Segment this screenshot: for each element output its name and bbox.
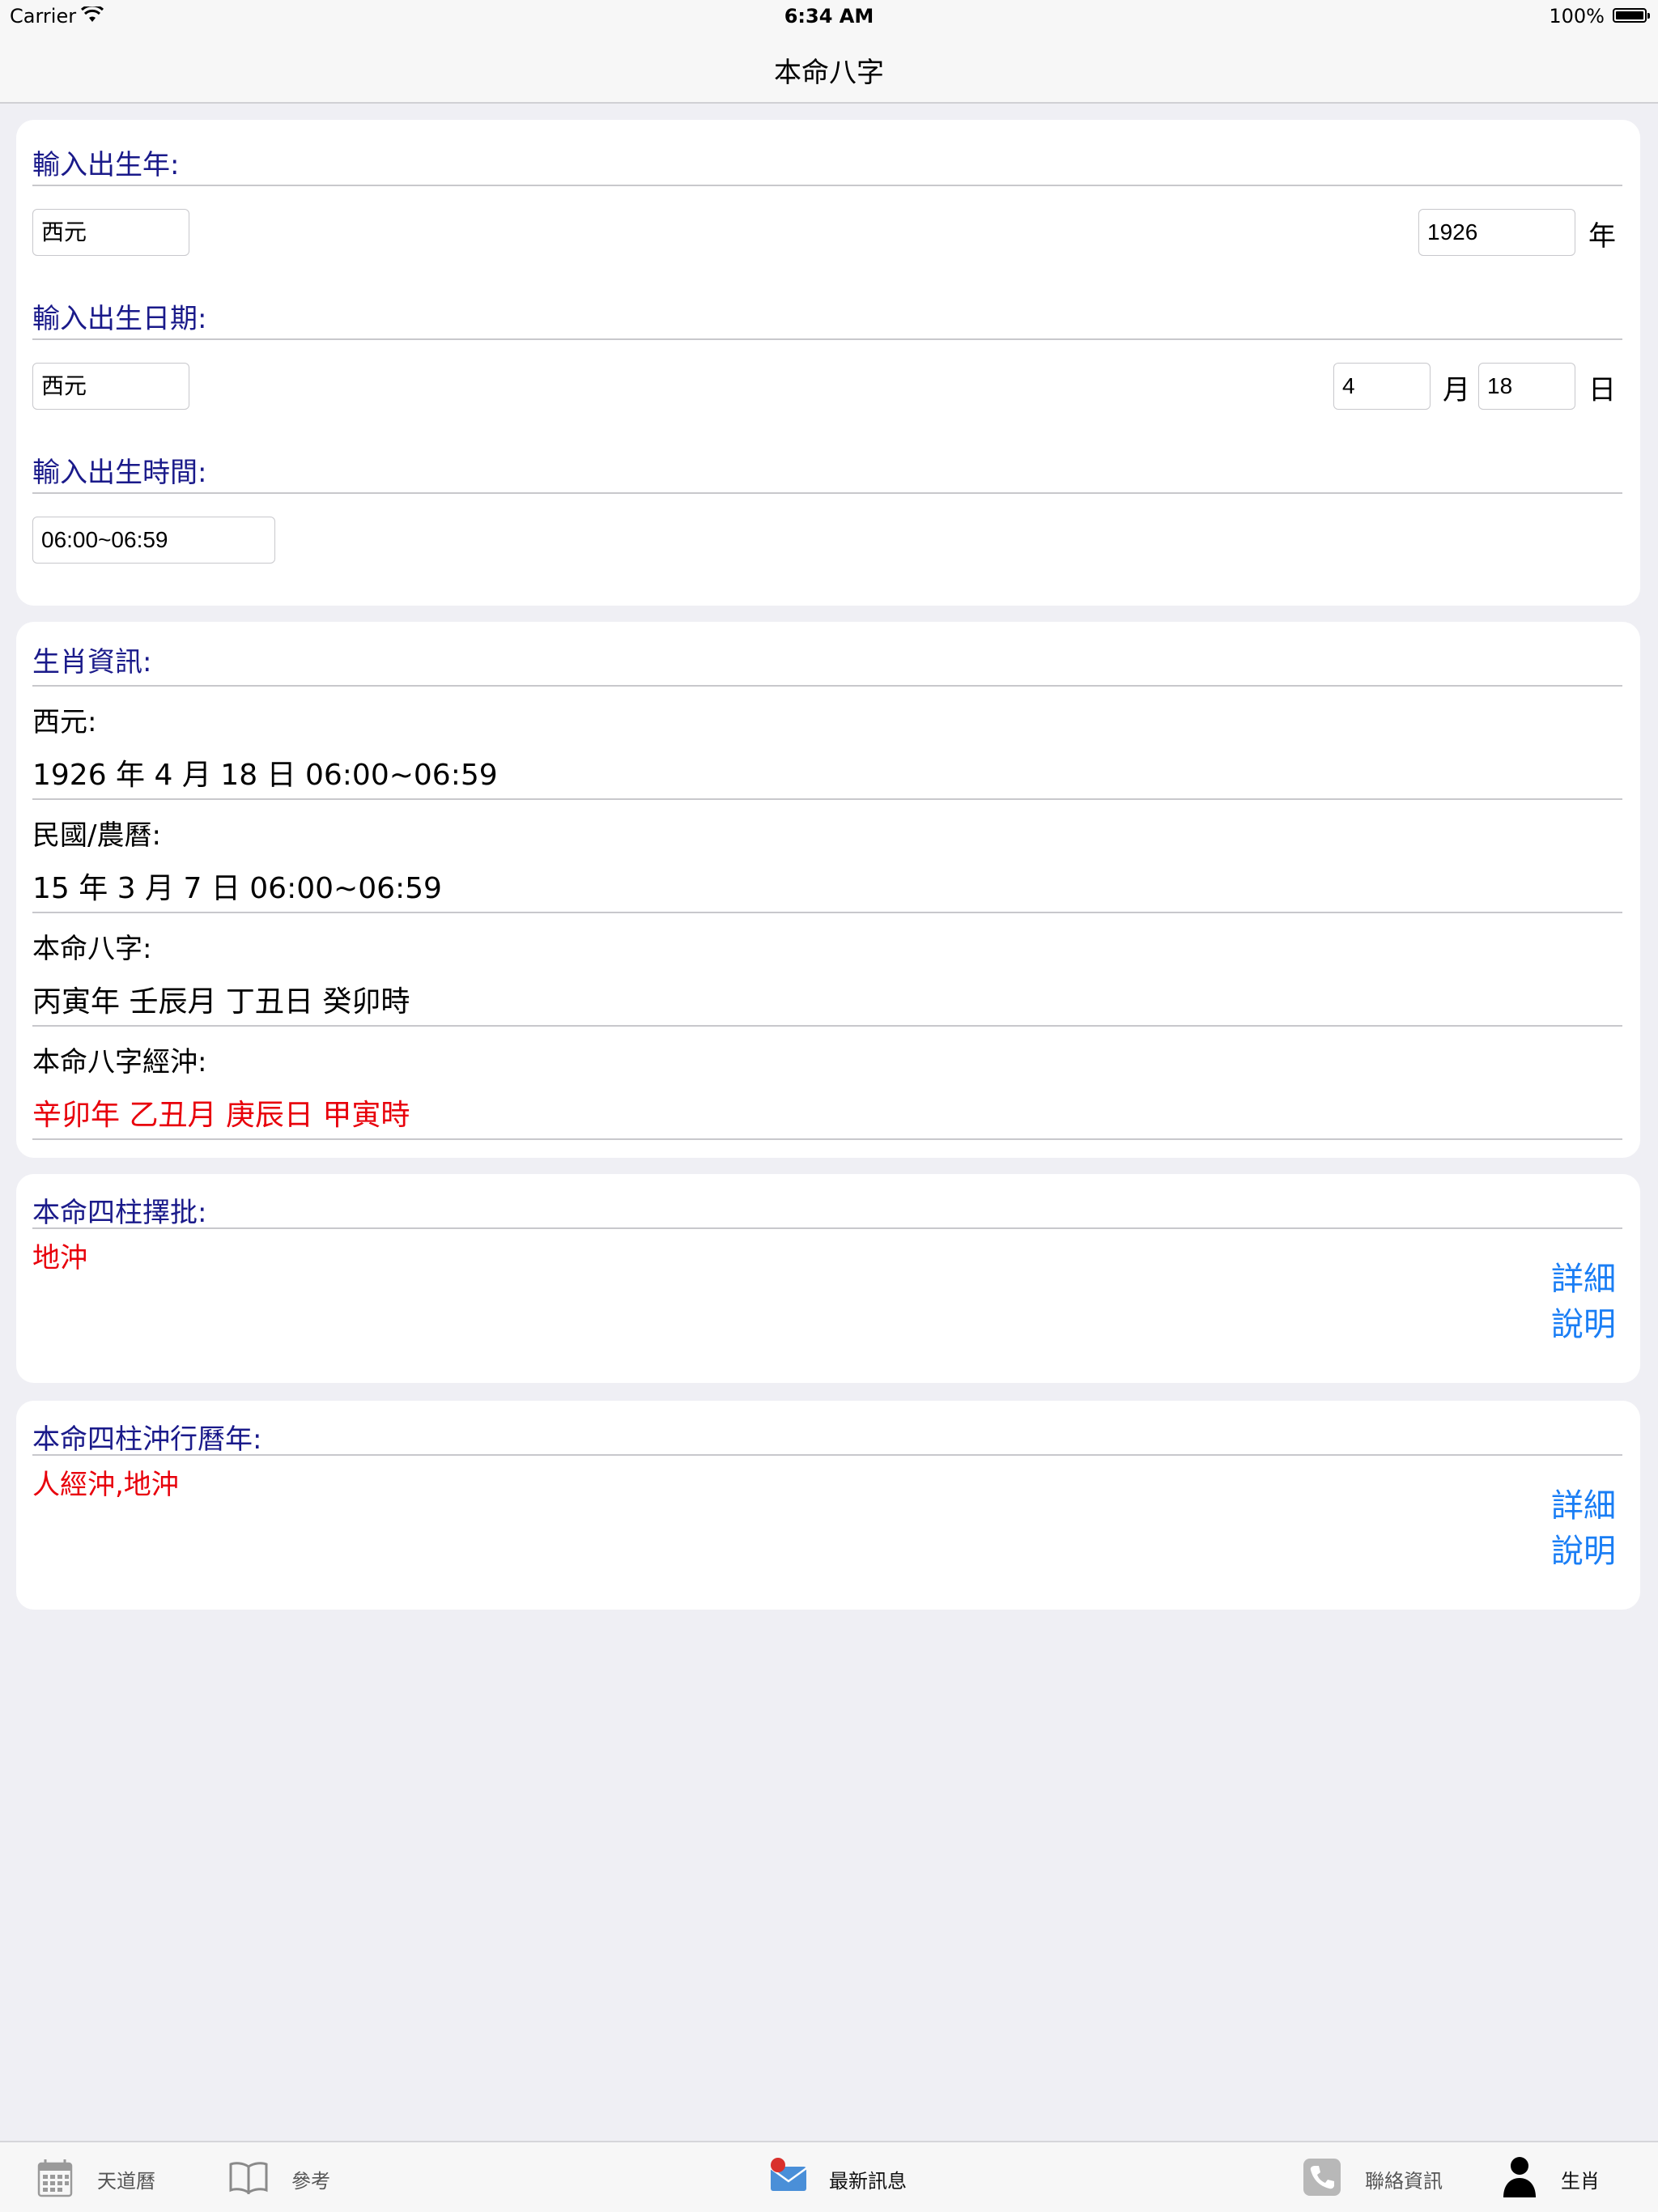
month-unit: 月 [1443, 374, 1470, 406]
details-link-line1: 詳細 [1551, 1487, 1616, 1525]
calendar-icon [37, 2159, 73, 2197]
tab-label: 天道曆 [97, 2170, 155, 2193]
annual-clash-card: 本命四柱沖行曆年: 人經沖,地沖 詳細 說明 [16, 1401, 1640, 1610]
bazi-value: 丙寅年 壬辰月 丁丑日 癸卯時 [32, 985, 410, 1019]
day-input[interactable]: 18 [1478, 363, 1575, 410]
tab-bar: 天道曆 參考 最新訊息 聯絡資訊 生肖 [0, 2141, 1658, 2212]
month-input[interactable]: 4 [1333, 363, 1431, 410]
divider [32, 1138, 1622, 1140]
tab-label: 生肖 [1561, 2170, 1600, 2193]
year-input[interactable]: 1926 [1418, 209, 1575, 256]
divider [32, 492, 1622, 494]
zodiac-section-title: 生肖資訊: [32, 646, 152, 678]
divider [32, 338, 1622, 340]
clock: 6:34 AM [784, 5, 874, 28]
bazi-clash-label: 本命八字經沖: [32, 1046, 207, 1078]
bazi-clash-value: 辛卯年 乙丑月 庚辰日 甲寅時 [32, 1099, 410, 1132]
divider [32, 185, 1622, 186]
annual-section-title: 本命四柱沖行曆年: [32, 1423, 262, 1456]
zodiac-info-card: 生肖資訊: 西元: 1926 年 4 月 18 日 06:00~06:59 民國… [16, 622, 1640, 1158]
tab-reference[interactable]: 參考 [228, 2142, 374, 2212]
pillar-section-title: 本命四柱擇批: [32, 1197, 207, 1229]
pillar-selection-card: 本命四柱擇批: 地沖 詳細 說明 [16, 1174, 1640, 1383]
date-era-field[interactable]: 西元 [32, 363, 189, 410]
roc-date-label: 民國/農曆: [32, 819, 161, 852]
tab-calendar[interactable]: 天道曆 [32, 2142, 194, 2212]
battery-icon [1613, 8, 1650, 23]
time-section-title: 輸入出生時間: [32, 457, 207, 489]
year-unit: 年 [1588, 220, 1616, 253]
details-link-line2: 說明 [1551, 1306, 1616, 1343]
birth-input-card: 輸入出生年: 西元 1926 年 輸入出生日期: 西元 4 月 18 日 輸入出… [16, 120, 1640, 606]
western-date-label: 西元: [32, 706, 97, 738]
western-date-value: 1926 年 4 月 18 日 06:00~06:59 [32, 759, 498, 792]
tab-label: 最新訊息 [829, 2170, 907, 2193]
battery-percent: 100% [1549, 5, 1605, 28]
details-link-line1: 詳細 [1551, 1261, 1616, 1298]
year-section-title: 輸入出生年: [32, 149, 180, 181]
bazi-label: 本命八字: [32, 933, 152, 965]
annual-result: 人經沖,地沖 [32, 1469, 179, 1501]
details-link-line2: 說明 [1551, 1533, 1616, 1570]
tab-label: 聯絡資訊 [1365, 2170, 1443, 2193]
tab-label: 參考 [291, 2170, 330, 2193]
time-input[interactable]: 06:00~06:59 [32, 517, 275, 564]
divider [32, 798, 1622, 800]
divider [32, 1025, 1622, 1027]
divider [32, 685, 1622, 687]
person-icon [1503, 2157, 1536, 2197]
divider [32, 912, 1622, 913]
roc-date-value: 15 年 3 月 7 日 06:00~06:59 [32, 872, 442, 905]
page-title: 本命八字 [774, 57, 884, 89]
status-bar: Carrier 6:34 AM 100% [0, 0, 1658, 32]
tab-zodiac[interactable]: 生肖 [1501, 2142, 1630, 2212]
day-unit: 日 [1588, 374, 1616, 406]
navigation-bar: 本命八字 [0, 32, 1658, 104]
date-section-title: 輸入出生日期: [32, 303, 207, 335]
phone-icon [1303, 2159, 1341, 2196]
pillar-result: 地沖 [32, 1242, 87, 1274]
divider [32, 1227, 1622, 1229]
annual-details-link[interactable]: 詳細 說明 [1519, 1483, 1616, 1574]
tab-news[interactable]: 最新訊息 [766, 2142, 928, 2212]
tab-contact[interactable]: 聯絡資訊 [1303, 2142, 1473, 2212]
year-era-field[interactable]: 西元 [32, 209, 189, 256]
mail-icon [770, 2158, 807, 2191]
divider [32, 1454, 1622, 1456]
book-icon [229, 2162, 268, 2194]
pillar-details-link[interactable]: 詳細 說明 [1519, 1257, 1616, 1347]
